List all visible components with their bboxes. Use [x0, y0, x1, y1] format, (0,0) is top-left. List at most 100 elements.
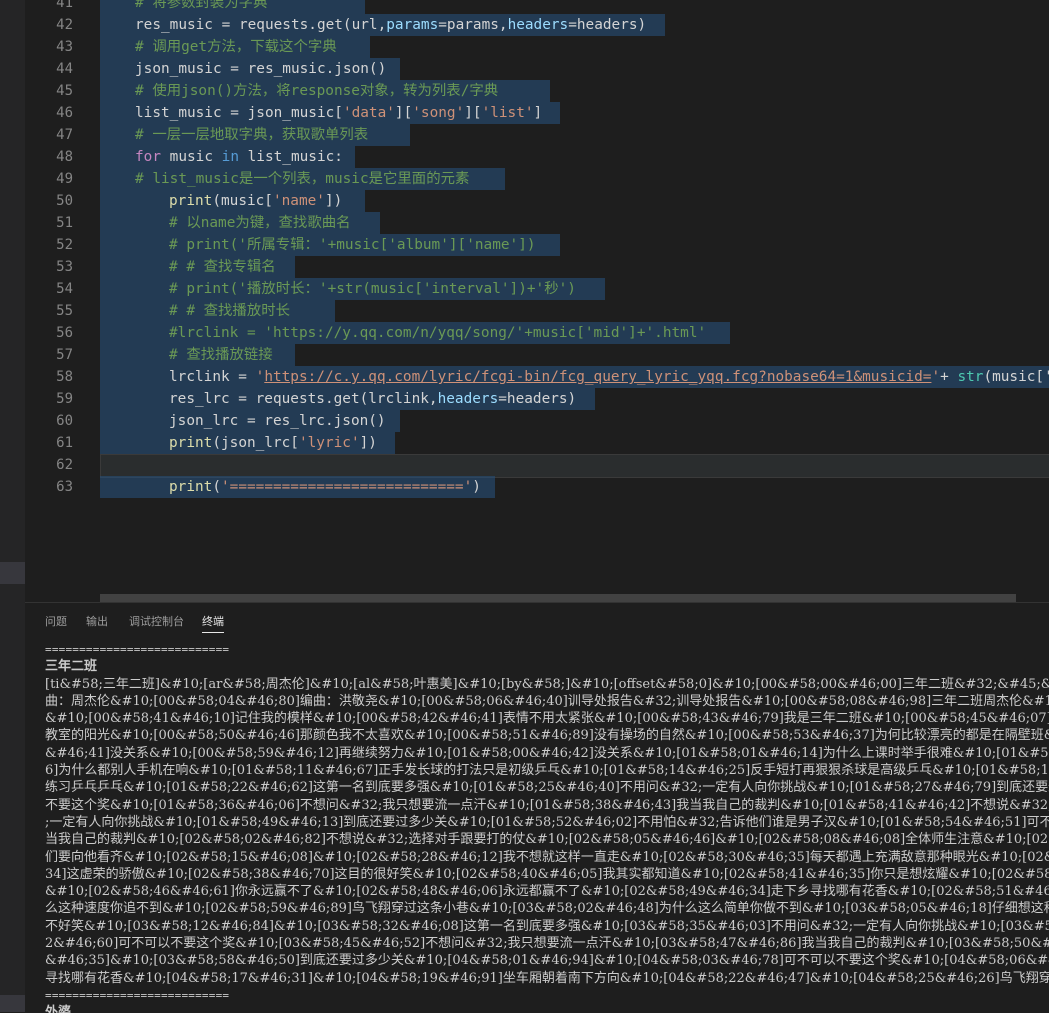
code-line[interactable]: 44 json_music = res_music.json(): [25, 58, 1049, 80]
terminal-line: 教室的阳光&#10;[00&#58;50&#46;46]那颜色我不太喜欢&#10…: [45, 728, 1049, 744]
code-text: lrclink = 'https://c.y.qq.com/lyric/fcgi…: [169, 366, 1049, 388]
code-line[interactable]: 57 # 查找播放链接: [25, 344, 1049, 366]
code-text: # print('所属专辑：'+music['album']['name']): [169, 234, 536, 256]
code-text: # 调用get方法，下载这个字典: [135, 36, 337, 58]
code-line[interactable]: 50 print(music['name']): [25, 190, 1049, 212]
line-number: 44: [56, 61, 73, 77]
code-token: # 调用get方法，下载这个字典: [135, 39, 337, 55]
code-text: print(json_lrc['lyric']): [169, 432, 377, 454]
terminal-output[interactable]: =========================== 三年二班 [ti&#58;三…: [45, 641, 1049, 1013]
terminal-line: 6]为什么都别人手机在响&#10;[01&#58;11&#46;67]正手发长球…: [45, 763, 1049, 779]
activity-bar: [0, 0, 25, 1012]
line-number: 52: [56, 237, 73, 253]
code-token: (: [212, 479, 221, 495]
line-number: 57: [56, 347, 73, 363]
code-text: # 查找播放链接: [169, 344, 273, 366]
line-number: 45: [56, 83, 73, 99]
code-token: # 一层一层地取字典，获取歌单列表: [135, 127, 369, 143]
code-line[interactable]: 47 # 一层一层地取字典，获取歌单列表: [25, 124, 1049, 146]
code-line[interactable]: 61 print(json_lrc['lyric']): [25, 432, 1049, 454]
code-token: 'name': [272, 193, 325, 209]
code-line[interactable]: 45 # 使用json()方法，将response对象，转为列表/字典: [25, 80, 1049, 102]
horizontal-scrollbar[interactable]: [100, 594, 1016, 602]
line-number: 63: [56, 479, 73, 495]
panel-tab[interactable]: 调试控制台: [129, 613, 184, 629]
code-token: json_lrc = res_lrc.json(): [169, 413, 386, 429]
code-line[interactable]: 41 # 将参数封装为字典: [25, 0, 1049, 14]
code-line[interactable]: 46 list_music = json_music['data']['song'…: [25, 102, 1049, 124]
terminal-line: 34]这虚荣的骄傲&#10;[02&#58;38&#46;70]这目的很好笑&#…: [45, 866, 1049, 882]
code-token: ]): [324, 193, 343, 209]
code-token: print: [169, 479, 213, 495]
code-token: ][: [464, 105, 482, 121]
terminal-line: 练习乒乓乒乓&#10;[01&#58;22&#46;62]这第一名到底要多强&#…: [45, 780, 1049, 796]
code-editor[interactable]: 41 # 将参数封装为字典 42 res_music = requests.get(u…: [25, 0, 1049, 602]
code-token: +: [940, 369, 958, 385]
code-line[interactable]: 63 print('==========================='): [25, 476, 1049, 498]
line-number: 58: [56, 369, 73, 385]
code-line[interactable]: 60 json_lrc = res_lrc.json(): [25, 410, 1049, 432]
terminal-line: ;一定有人向你挑战&#10;[01&#58;49&#46;13]到底还要过多少关…: [45, 814, 1049, 830]
code-token: =headers): [498, 391, 577, 407]
line-number: 46: [56, 105, 73, 121]
code-line[interactable]: 43 # 调用get方法，下载这个字典: [25, 36, 1049, 58]
panel-tab[interactable]: 终端: [202, 613, 224, 633]
code-token: # print('播放时长：'+str(music['interval'])+'…: [169, 281, 576, 297]
code-line[interactable]: 52 # print('所属专辑：'+music['album']['name']…: [25, 234, 1049, 256]
activity-bar-indicator[interactable]: [0, 562, 25, 584]
bottom-panel: 问题 输出 调试控制台 终端 =========================== 三…: [25, 602, 1049, 1013]
line-number: 56: [56, 325, 73, 341]
terminal-line: 们要向他看齐&#10;[02&#58;15&#46;08]&#10;[02&#5…: [45, 849, 1049, 865]
code-line[interactable]: 42 res_music = requests.get(url,params=pa…: [25, 14, 1049, 36]
panel-tab[interactable]: 问题: [45, 613, 67, 629]
line-number: 47: [56, 127, 73, 143]
terminal-line: &#10;[02&#58;46&#46;61]你永远赢不了&#10;[02&#5…: [45, 884, 1049, 900]
code-token: (json_lrc[: [212, 435, 299, 451]
code-text: # # 查找播放时长: [169, 300, 290, 322]
code-token: print: [169, 193, 213, 209]
terminal-line: 寻找哪有花香&#10;[04&#58;17&#46;31]&#10;[04&#5…: [45, 970, 1049, 986]
code-token: headers: [507, 17, 569, 33]
code-token: # 查找播放链接: [169, 347, 273, 363]
code-token: ]: [533, 105, 543, 121]
panel-tab[interactable]: 输出: [86, 613, 108, 629]
code-line[interactable]: 62: [25, 454, 1049, 478]
code-line[interactable]: 51 # 以name为键，查找歌曲名: [25, 212, 1049, 234]
code-token: res_music = requests.get(url,: [135, 17, 387, 33]
terminal-line: 2&#46;60]可不可以不要这个奖&#10;[03&#58;45&#46;52…: [45, 936, 1049, 952]
code-token: list_music:: [238, 149, 343, 165]
code-token: (music['id']): [983, 369, 1049, 385]
code-token: # 将参数封装为字典: [135, 0, 268, 11]
code-line[interactable]: 54 # print('播放时长：'+str(music['interval'])…: [25, 278, 1049, 300]
code-line[interactable]: 49 # list_music是一个列表，music是它里面的元素: [25, 168, 1049, 190]
code-line[interactable]: 48 for music in list_music:: [25, 146, 1049, 168]
code-token: # # 查找专辑名: [169, 259, 276, 275]
code-text: # # 查找专辑名: [169, 256, 276, 278]
terminal-line: 不要这个奖&#10;[01&#58;36&#46;06]不想问&#32;我只想要…: [45, 797, 1049, 813]
code-text: res_music = requests.get(url,params=para…: [135, 14, 646, 36]
code-token: ]): [359, 435, 377, 451]
code-token: music: [161, 149, 222, 165]
code-line[interactable]: 55 # # 查找播放时长: [25, 300, 1049, 322]
code-line[interactable]: 59 res_lrc = requests.get(lrclink,headers…: [25, 388, 1049, 410]
activity-bar-indicator[interactable]: [0, 995, 25, 1012]
code-text: # 将参数封装为字典: [135, 0, 267, 14]
code-token: str: [957, 369, 984, 385]
code-token: # 使用json()方法，将response对象，转为列表/字典: [135, 83, 499, 99]
line-number: 54: [56, 281, 73, 297]
code-line[interactable]: 58 lrclink = 'https://c.y.qq.com/lyric/fc…: [25, 366, 1049, 388]
code-line[interactable]: 53 # # 查找专辑名: [25, 256, 1049, 278]
code-text: res_lrc = requests.get(lrclink,headers=h…: [169, 388, 576, 410]
line-number: 50: [56, 193, 73, 209]
code-token: ][: [394, 105, 413, 121]
code-token: in: [221, 149, 239, 165]
terminal-line: [ti&#58;三年二班]&#10;[ar&#58;周杰伦]&#10;[al&#…: [45, 676, 1049, 692]
line-number: 42: [56, 17, 73, 33]
code-token: for: [135, 149, 161, 165]
code-line[interactable]: 56 #lrclink = 'https://y.qq.com/n/yqq/son…: [25, 322, 1049, 344]
line-number: 59: [56, 391, 73, 407]
line-number: 55: [56, 303, 73, 319]
terminal-line: &#46;35]&#10;[03&#58;58&#46;50]到底还要过多少关&…: [45, 953, 1049, 969]
code-token: #lrclink = 'https://y.qq.com/n/yqq/song/…: [169, 325, 707, 341]
code-text: #lrclink = 'https://y.qq.com/n/yqq/song/…: [169, 322, 706, 344]
